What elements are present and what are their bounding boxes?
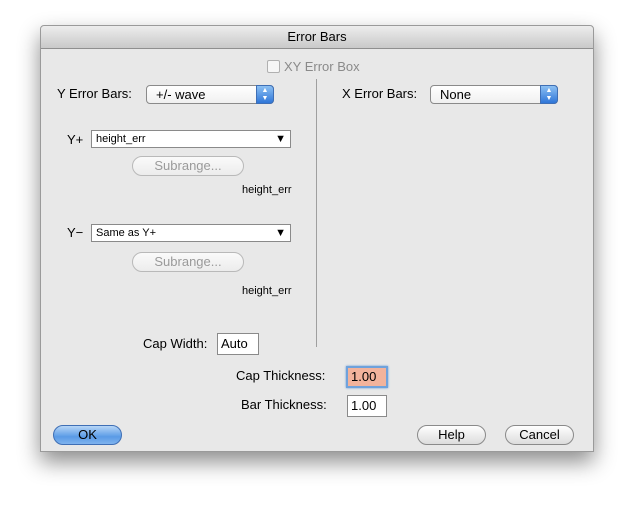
y-minus-wave-value: Same as Y+ <box>96 227 157 239</box>
cancel-button[interactable]: Cancel <box>505 425 574 445</box>
xy-error-box-label: XY Error Box <box>284 59 360 74</box>
cap-width-label: Cap Width: <box>143 336 208 351</box>
stepper-arrows-icon: ▲ ▼ <box>540 85 558 104</box>
triangle-down-icon: ▼ <box>275 133 286 145</box>
y-plus-wave-value: height_err <box>96 133 146 145</box>
window-title: Error Bars <box>41 26 593 49</box>
y-plus-label: Y+ <box>67 132 84 147</box>
error-bars-dialog: Error Bars XY Error Box Y Error Bars: +/… <box>40 25 594 452</box>
xy-error-box-checkbox[interactable] <box>267 60 280 73</box>
y-error-bars-label: Y Error Bars: <box>57 86 132 101</box>
y-minus-wave-select[interactable]: Same as Y+ ▼ <box>91 224 291 242</box>
y-error-bars-popup[interactable]: +/- wave ▲ ▼ <box>146 85 274 104</box>
x-error-bars-label: X Error Bars: <box>342 86 418 101</box>
cap-thickness-label: Cap Thickness: <box>236 368 326 383</box>
bar-thickness-field[interactable]: 1.00 <box>347 395 387 417</box>
x-error-bars-popup[interactable]: None ▲ ▼ <box>430 85 558 104</box>
y-error-bars-value: +/- wave <box>156 87 206 102</box>
triangle-down-icon: ▼ <box>275 227 286 239</box>
x-error-bars-value: None <box>440 87 472 102</box>
y-plus-range-caption: height_err <box>242 184 292 196</box>
help-button[interactable]: Help <box>417 425 486 445</box>
y-plus-subrange-button[interactable]: Subrange... <box>132 156 244 176</box>
column-divider <box>316 79 317 347</box>
y-minus-subrange-button[interactable]: Subrange... <box>132 252 244 272</box>
cap-width-field[interactable]: Auto <box>217 333 259 355</box>
y-minus-range-caption: height_err <box>242 285 292 297</box>
y-minus-label: Y− <box>67 225 84 240</box>
y-plus-wave-select[interactable]: height_err ▼ <box>91 130 291 148</box>
bar-thickness-label: Bar Thickness: <box>241 397 327 412</box>
stepper-arrows-icon: ▲ ▼ <box>256 85 274 104</box>
cap-thickness-field[interactable]: 1.00 <box>346 366 388 388</box>
ok-button[interactable]: OK <box>53 425 122 445</box>
